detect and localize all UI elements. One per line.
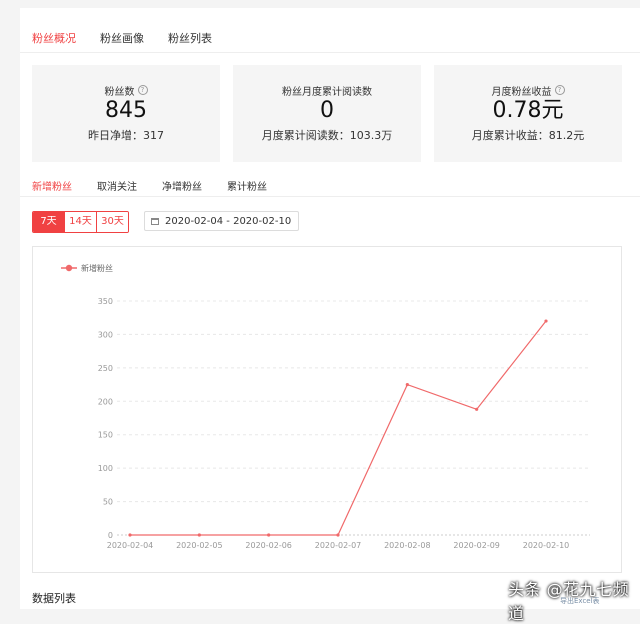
card-value: 845: [105, 98, 147, 123]
y-tick-label: 200: [98, 397, 113, 406]
card-sub: 月度累计收益：81.2元: [471, 129, 585, 142]
top-tabs: 粉丝概况 粉丝画像 粉丝列表: [32, 30, 212, 54]
x-tick-label: 2020-02-06: [245, 541, 292, 550]
range-7-days-button[interactable]: 7天: [33, 212, 65, 232]
y-tick-label: 250: [98, 364, 113, 373]
y-tick-label: 0: [108, 531, 113, 540]
tab-unfollow[interactable]: 取消关注: [97, 178, 137, 193]
new-fans-chart: 0 50 100 150 200 250 300 350 2020-02-04 2020-02-0…: [32, 246, 622, 573]
y-tick-label: 300: [98, 330, 113, 339]
data-point: [475, 407, 479, 411]
tab-fans-portrait[interactable]: 粉丝画像: [100, 30, 144, 54]
tab-total-fans[interactable]: 累计粉丝: [227, 178, 267, 193]
y-tick-label: 50: [103, 498, 113, 507]
y-tick-label: 350: [98, 297, 113, 306]
x-tick-label: 2020-02-07: [315, 541, 362, 550]
range-30-days-button[interactable]: 30天: [97, 212, 128, 232]
y-tick-label: 100: [98, 464, 113, 473]
calendar-icon: [151, 217, 159, 225]
x-tick-label: 2020-02-10: [523, 541, 570, 550]
card-monthly-reads: 粉丝月度累计阅读数 0 月度累计阅读数：103.3万: [233, 65, 421, 162]
card-monthly-income: 月度粉丝收益 ? 0.78元 月度累计收益：81.2元: [434, 65, 622, 162]
card-label: 粉丝数: [104, 86, 135, 98]
chart-svg: 0 50 100 150 200 250 300 350 2020-02-04 2020-02-0…: [61, 263, 590, 550]
data-point: [267, 533, 271, 537]
top-tabs-divider: [20, 52, 640, 53]
sub-tabs: 新增粉丝 取消关注 净增粉丝 累计粉丝: [32, 178, 267, 193]
fans-panel: 粉丝概况 粉丝画像 粉丝列表 粉丝数 ? 845 昨日净增：317 粉丝月度累计…: [20, 8, 640, 609]
tab-net-fans[interactable]: 净增粉丝: [162, 178, 202, 193]
data-point: [336, 533, 340, 537]
series-line: [130, 320, 547, 536]
x-tick-label: 2020-02-04: [107, 541, 154, 550]
legend-label: 新增粉丝: [81, 263, 113, 273]
date-range-text: 2020-02-04 - 2020-02-10: [165, 215, 292, 227]
sub-tabs-divider: [20, 196, 640, 197]
x-tick-label: 2020-02-08: [384, 541, 431, 550]
data-point: [128, 533, 132, 537]
legend-marker: [65, 264, 73, 272]
help-icon[interactable]: ?: [137, 85, 148, 95]
card-sub: 月度累计阅读数：103.3万: [261, 129, 393, 142]
card-label: 粉丝月度累计阅读数: [282, 86, 372, 98]
card-sub: 昨日净增：317: [88, 129, 164, 142]
range-selector: 7天 14天 30天: [32, 211, 129, 233]
data-list-title: 数据列表: [32, 592, 76, 605]
tab-new-fans[interactable]: 新增粉丝: [32, 178, 72, 193]
card-value: 0.78元: [492, 98, 564, 123]
y-tick-label: 150: [98, 431, 113, 440]
help-icon[interactable]: ?: [554, 85, 565, 95]
tab-fans-overview[interactable]: 粉丝概况: [32, 30, 76, 54]
x-tick-label: 2020-02-09: [453, 541, 500, 550]
data-point: [405, 382, 409, 387]
card-label: 月度粉丝收益: [491, 86, 552, 98]
card-fans-count: 粉丝数 ? 845 昨日净增：317: [32, 65, 220, 162]
card-value: 0: [320, 98, 334, 123]
tab-fans-list[interactable]: 粉丝列表: [168, 30, 212, 54]
date-range-picker[interactable]: 2020-02-04 - 2020-02-10: [144, 211, 299, 231]
export-excel-link[interactable]: 导出Excel表: [560, 596, 600, 606]
range-14-days-button[interactable]: 14天: [65, 212, 97, 232]
data-point: [197, 533, 201, 537]
data-point: [544, 319, 548, 323]
x-tick-label: 2020-02-05: [176, 541, 223, 550]
